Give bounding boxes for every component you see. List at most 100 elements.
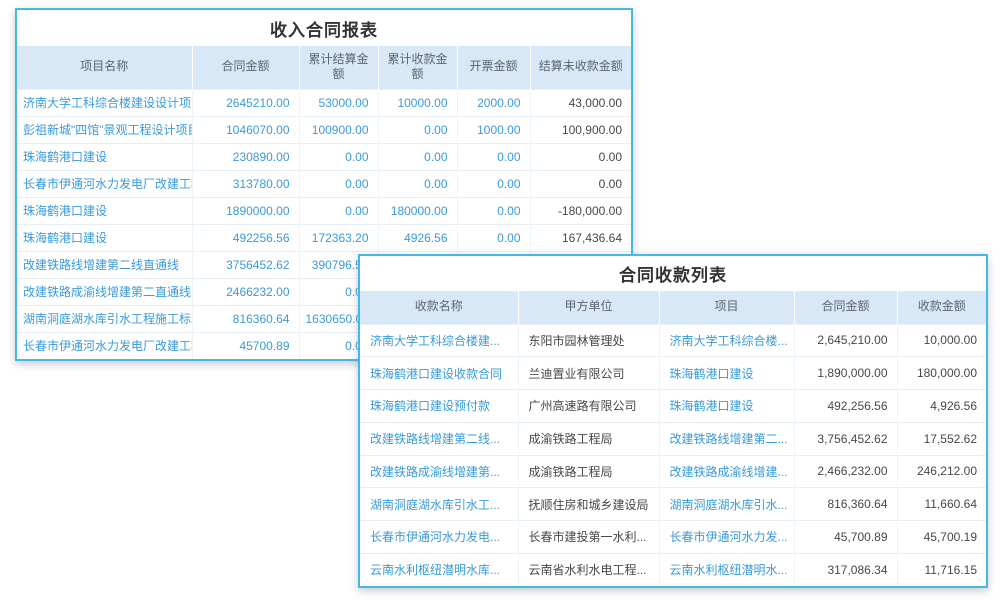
- receipt-list-header-row: 收款名称 甲方单位 项目 合同金额 收款金额: [360, 291, 986, 324]
- table-row: 济南大学工科综合楼建...东阳市园林管理处济南大学工科综合楼...2,645,2…: [360, 324, 986, 357]
- cell-cum-settlement-amount[interactable]: 0.00: [299, 170, 378, 197]
- cell-invoiced-amount[interactable]: 0.00: [457, 143, 530, 170]
- table-row: 珠海鹤港口建设230890.000.000.000.000.00: [17, 143, 631, 170]
- cell-contract-amount: 492,256.56: [794, 390, 897, 423]
- income-report-title: 收入合同报表: [17, 10, 631, 46]
- cell-party-a-unit: 成渝铁路工程局: [518, 422, 659, 455]
- cell-receipt-name-link[interactable]: 济南大学工科综合楼建...: [360, 324, 518, 357]
- cell-receipt-name-link[interactable]: 珠海鹤港口建设收款合同: [360, 357, 518, 390]
- cell-cum-receipt-amount[interactable]: 0.00: [378, 143, 457, 170]
- cell-receipt-amount: 180,000.00: [897, 357, 986, 390]
- cell-project-link[interactable]: 珠海鹤港口建设: [659, 357, 794, 390]
- cell-project-link[interactable]: 长春市伊通河水力发...: [659, 521, 794, 554]
- cell-settled-unreceived-amount: 167,436.64: [530, 224, 631, 251]
- cell-project-name-link[interactable]: 珠海鹤港口建设: [17, 224, 192, 251]
- cell-receipt-amount: 17,552.62: [897, 422, 986, 455]
- cell-cum-receipt-amount[interactable]: 4926.56: [378, 224, 457, 251]
- cell-contract-amount[interactable]: 313780.00: [192, 170, 299, 197]
- table-row: 云南水利枢纽潜明水库...云南省水利水电工程...云南水利枢纽潜明水...317…: [360, 553, 986, 586]
- cell-receipt-name-link[interactable]: 云南水利枢纽潜明水库...: [360, 553, 518, 586]
- col-header-cum-receipt-amount: 累计收款金额: [378, 46, 457, 89]
- cell-invoiced-amount[interactable]: 1000.00: [457, 116, 530, 143]
- cell-contract-amount[interactable]: 3756452.62: [192, 251, 299, 278]
- cell-party-a-unit: 长春市建投第一水利...: [518, 521, 659, 554]
- cell-cum-receipt-amount[interactable]: 180000.00: [378, 197, 457, 224]
- cell-cum-settlement-amount[interactable]: 0.00: [299, 143, 378, 170]
- col-header-cum-settlement-amount: 累计结算金额: [299, 46, 378, 89]
- cell-project-link[interactable]: 湖南洞庭湖水库引水...: [659, 488, 794, 521]
- cell-project-name-link[interactable]: 彭祖新城"四馆"景观工程设计项目: [17, 116, 192, 143]
- cell-contract-amount: 45,700.89: [794, 521, 897, 554]
- cell-receipt-amount: 11,660.64: [897, 488, 986, 521]
- cell-contract-amount[interactable]: 230890.00: [192, 143, 299, 170]
- col-header-receipt-amount: 收款金额: [897, 291, 986, 324]
- col-header-project-name: 项目名称: [17, 46, 192, 89]
- cell-receipt-name-link[interactable]: 长春市伊通河水力发电...: [360, 521, 518, 554]
- cell-contract-amount[interactable]: 816360.64: [192, 305, 299, 332]
- cell-contract-amount: 2,466,232.00: [794, 455, 897, 488]
- cell-receipt-amount: 45,700.19: [897, 521, 986, 554]
- cell-cum-receipt-amount[interactable]: 10000.00: [378, 89, 457, 116]
- cell-project-link[interactable]: 云南水利枢纽潜明水...: [659, 553, 794, 586]
- cell-project-name-link[interactable]: 湖南洞庭湖水库引水工程施工标段: [17, 305, 192, 332]
- col-header-contract-amount: 合同金额: [192, 46, 299, 89]
- cell-settled-unreceived-amount: 0.00: [530, 170, 631, 197]
- cell-contract-amount[interactable]: 1046070.00: [192, 116, 299, 143]
- cell-settled-unreceived-amount: 0.00: [530, 143, 631, 170]
- cell-receipt-name-link[interactable]: 改建铁路线增建第二线...: [360, 422, 518, 455]
- receipt-list-table: 收款名称 甲方单位 项目 合同金额 收款金额 济南大学工科综合楼建...东阳市园…: [360, 291, 986, 586]
- cell-receipt-name-link[interactable]: 改建铁路成渝线增建第...: [360, 455, 518, 488]
- cell-party-a-unit: 东阳市园林管理处: [518, 324, 659, 357]
- cell-invoiced-amount[interactable]: 2000.00: [457, 89, 530, 116]
- cell-receipt-amount: 4,926.56: [897, 390, 986, 423]
- cell-project-name-link[interactable]: 长春市伊通河水力发电厂改建工程: [17, 170, 192, 197]
- cell-project-name-link[interactable]: 珠海鹤港口建设: [17, 197, 192, 224]
- table-row: 改建铁路线增建第二线...成渝铁路工程局改建铁路线增建第二...3,756,45…: [360, 422, 986, 455]
- cell-project-link[interactable]: 改建铁路成渝线增建...: [659, 455, 794, 488]
- cell-cum-receipt-amount[interactable]: 0.00: [378, 170, 457, 197]
- cell-contract-amount[interactable]: 45700.89: [192, 332, 299, 359]
- cell-party-a-unit: 抚顺住房和城乡建设局: [518, 488, 659, 521]
- cell-project-name-link[interactable]: 珠海鹤港口建设: [17, 143, 192, 170]
- col-header-receipt-name: 收款名称: [360, 291, 518, 324]
- cell-contract-amount[interactable]: 1890000.00: [192, 197, 299, 224]
- cell-settled-unreceived-amount: 100,900.00: [530, 116, 631, 143]
- cell-project-link[interactable]: 济南大学工科综合楼...: [659, 324, 794, 357]
- cell-invoiced-amount[interactable]: 0.00: [457, 170, 530, 197]
- col-header-party-a-unit: 甲方单位: [518, 291, 659, 324]
- cell-cum-settlement-amount[interactable]: 53000.00: [299, 89, 378, 116]
- cell-contract-amount: 317,086.34: [794, 553, 897, 586]
- cell-cum-settlement-amount[interactable]: 172363.20: [299, 224, 378, 251]
- table-row: 改建铁路成渝线增建第...成渝铁路工程局改建铁路成渝线增建...2,466,23…: [360, 455, 986, 488]
- cell-settled-unreceived-amount: -180,000.00: [530, 197, 631, 224]
- cell-invoiced-amount[interactable]: 0.00: [457, 224, 530, 251]
- cell-project-name-link[interactable]: 长春市伊通河水力发电厂改建工程: [17, 332, 192, 359]
- cell-contract-amount[interactable]: 2645210.00: [192, 89, 299, 116]
- cell-cum-settlement-amount[interactable]: 100900.00: [299, 116, 378, 143]
- cell-project-link[interactable]: 珠海鹤港口建设: [659, 390, 794, 423]
- cell-cum-receipt-amount[interactable]: 0.00: [378, 116, 457, 143]
- cell-project-link[interactable]: 改建铁路线增建第二...: [659, 422, 794, 455]
- cell-receipt-amount: 10,000.00: [897, 324, 986, 357]
- receipt-list-title: 合同收款列表: [360, 256, 986, 291]
- cell-invoiced-amount[interactable]: 0.00: [457, 197, 530, 224]
- cell-cum-settlement-amount[interactable]: 0.00: [299, 197, 378, 224]
- cell-party-a-unit: 云南省水利水电工程...: [518, 553, 659, 586]
- col-header-project: 项目: [659, 291, 794, 324]
- cell-contract-amount[interactable]: 2466232.00: [192, 278, 299, 305]
- table-row: 长春市伊通河水力发电厂改建工程313780.000.000.000.000.00: [17, 170, 631, 197]
- cell-contract-amount: 2,645,210.00: [794, 324, 897, 357]
- col-header-invoiced-amount: 开票金额: [457, 46, 530, 89]
- table-row: 珠海鹤港口建设收款合同兰迪置业有限公司珠海鹤港口建设1,890,000.0018…: [360, 357, 986, 390]
- cell-contract-amount: 3,756,452.62: [794, 422, 897, 455]
- cell-contract-amount[interactable]: 492256.56: [192, 224, 299, 251]
- cell-project-name-link[interactable]: 改建铁路成渝线增建第二直通线: [17, 278, 192, 305]
- cell-project-name-link[interactable]: 济南大学工科综合楼建设设计项目: [17, 89, 192, 116]
- table-row: 彭祖新城"四馆"景观工程设计项目1046070.00100900.000.001…: [17, 116, 631, 143]
- cell-receipt-name-link[interactable]: 珠海鹤港口建设预付款: [360, 390, 518, 423]
- table-row: 珠海鹤港口建设1890000.000.00180000.000.00-180,0…: [17, 197, 631, 224]
- income-report-header-row: 项目名称 合同金额 累计结算金额 累计收款金额 开票金额 结算未收款金额: [17, 46, 631, 89]
- cell-project-name-link[interactable]: 改建铁路线增建第二线直通线: [17, 251, 192, 278]
- cell-receipt-amount: 11,716.15: [897, 553, 986, 586]
- cell-receipt-name-link[interactable]: 湖南洞庭湖水库引水工...: [360, 488, 518, 521]
